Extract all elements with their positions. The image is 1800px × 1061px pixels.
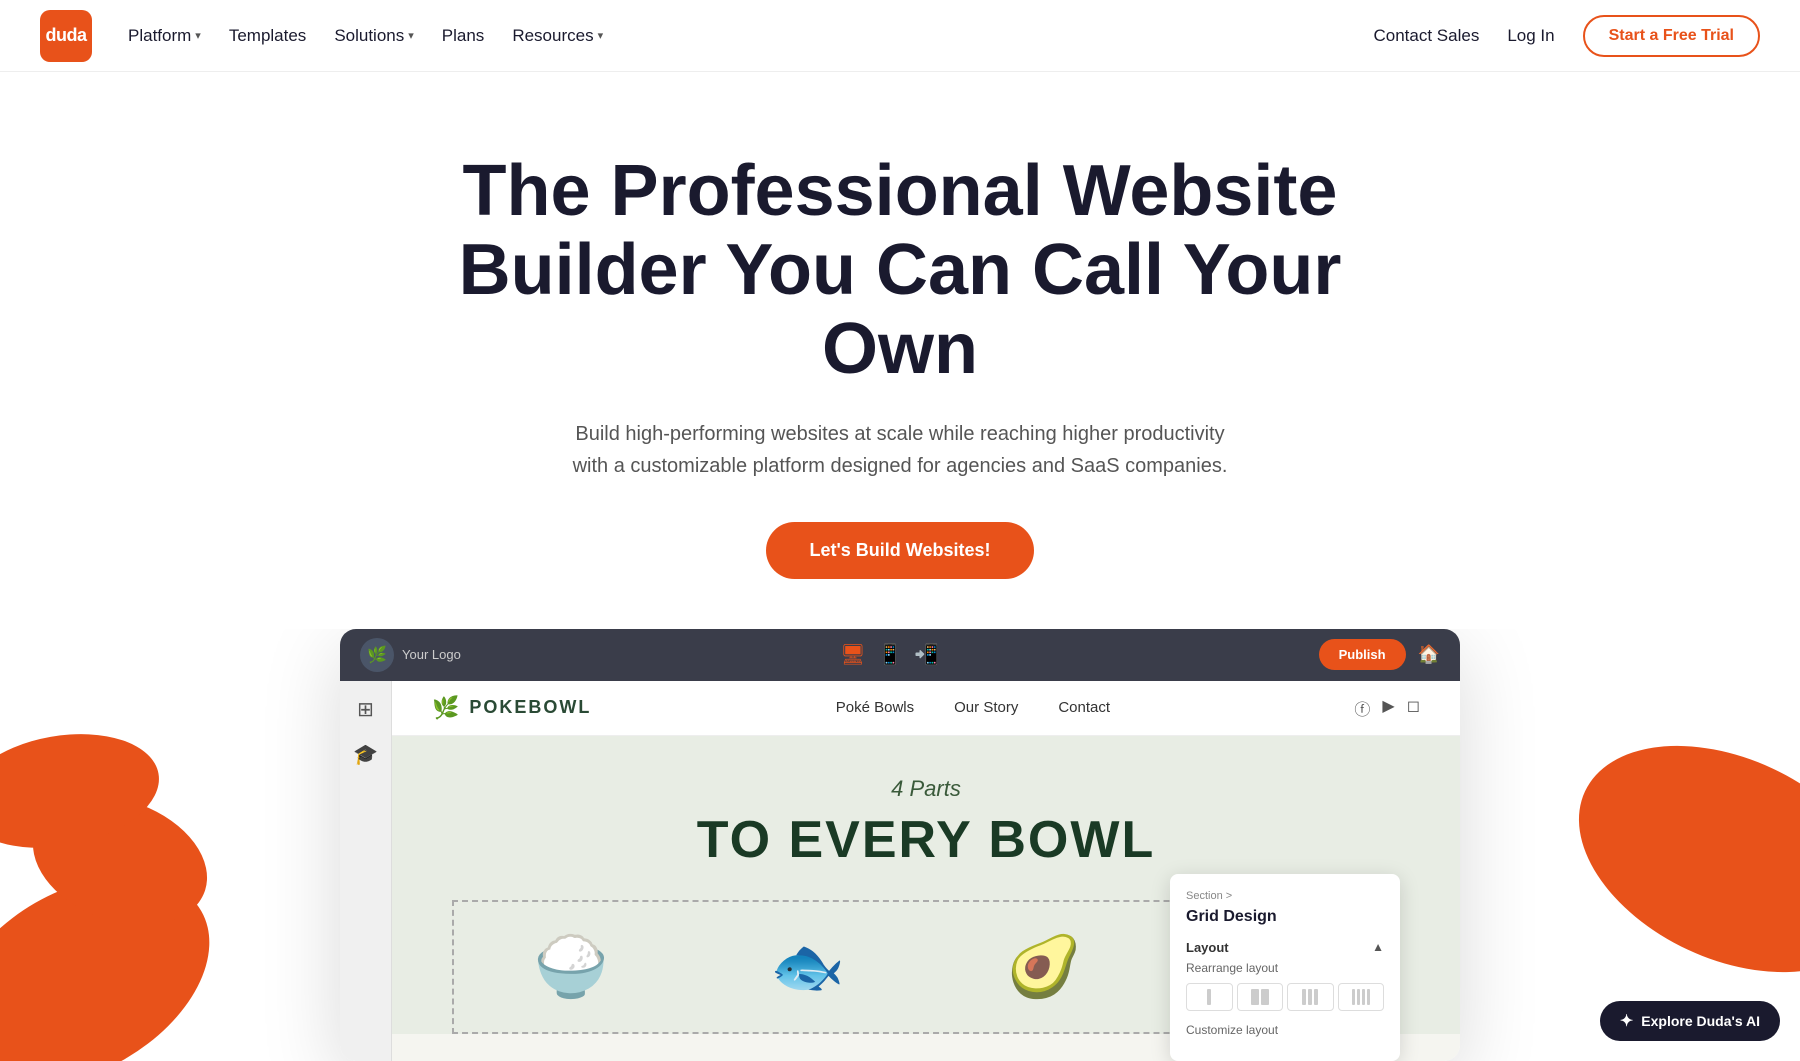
chevron-up-icon[interactable]: ▲ [1372,940,1384,954]
editor-topbar: 🌿 Your Logo 🖥 📱 📲 Publish 🏠 [340,629,1460,681]
grid-panel-title: Grid Design [1186,908,1384,926]
start-trial-button[interactable]: Start a Free Trial [1583,15,1760,57]
site-brand-name: POKEBOWL [469,697,591,718]
mobile-icon[interactable]: 📲 [914,642,939,667]
site-brand-icon: 🌿 [432,695,459,721]
instagram-icon[interactable]: ◻ [1407,696,1420,720]
chevron-down-icon: ▾ [598,29,604,42]
layout-options [1186,983,1384,1011]
hero-title: The Professional Website Builder You Can… [390,152,1410,390]
nav-item-templates[interactable]: Templates [229,26,306,46]
site-nav: 🌿 POKEBOWL Poké Bowls Our Story Contact … [392,681,1460,736]
food-item-fish: 🐟 [691,902,926,1032]
deco-left-shape [0,661,320,1061]
leaf-icon: 🌿 [367,645,387,665]
nav-item-resources-label: Resources [512,26,593,46]
tablet-icon[interactable]: 📱 [878,642,903,667]
nav-right: Contact Sales Log In Start a Free Trial [1374,15,1761,57]
layout-3col[interactable] [1287,983,1334,1011]
site-nav-contact[interactable]: Contact [1058,699,1110,716]
fish-emoji: 🐟 [770,931,845,1002]
nav-item-plans[interactable]: Plans [442,26,485,46]
site-tagline: 4 Parts [432,776,1420,802]
main-nav: duda Platform ▾ Templates Solutions ▾ Pl… [0,0,1800,72]
editor-actions: Publish 🏠 [1319,639,1440,670]
rice-emoji: 🍚 [534,931,609,1002]
explore-ai-label: Explore Duda's AI [1641,1013,1760,1029]
nav-item-platform[interactable]: Platform ▾ [128,26,201,46]
editor-logo-circle: 🌿 [360,638,394,672]
site-nav-links: Poké Bowls Our Story Contact [836,699,1110,716]
editor-device-icons: 🖥 📱 📲 [840,642,939,667]
nav-left: duda Platform ▾ Templates Solutions ▾ Pl… [40,10,603,62]
layout-4col[interactable] [1338,983,1385,1011]
publish-button[interactable]: Publish [1319,639,1406,670]
brand-name: duda [46,25,87,46]
explore-ai-badge[interactable]: ✦ Explore Duda's AI [1600,1001,1780,1041]
hero-cta-button[interactable]: Let's Build Websites! [766,522,1035,579]
chevron-down-icon: ▾ [408,29,414,42]
home-icon[interactable]: 🏠 [1418,644,1440,665]
desktop-icon[interactable]: 🖥 [840,642,865,667]
nav-item-solutions-label: Solutions [334,26,404,46]
nav-item-solutions[interactable]: Solutions ▾ [334,26,413,46]
layout-1col[interactable] [1186,983,1233,1011]
grid-panel-breadcrumb: Section > [1186,890,1384,902]
editor-sidebar: ⊞ 🎓 [340,681,392,1061]
widget-icon[interactable]: 🎓 [353,742,378,767]
hero-subtitle: Build high-performing websites at scale … [560,418,1240,482]
sparkle-icon: ✦ [1620,1011,1633,1031]
editor-logo-text: Your Logo [402,647,461,662]
site-brand: 🌿 POKEBOWL [432,695,591,721]
grid-panel-layout-label: Layout ▲ [1186,940,1384,955]
site-nav-poke-bowls[interactable]: Poké Bowls [836,699,914,716]
nav-item-resources[interactable]: Resources ▾ [512,26,603,46]
mockup-section: 🌿 Your Logo 🖥 📱 📲 Publish 🏠 ⊞ 🎓 [0,629,1800,1061]
nav-item-plans-label: Plans [442,26,485,46]
brand-logo[interactable]: duda [40,10,92,62]
youtube-icon[interactable]: ▶ [1382,696,1394,720]
deco-right-shape [1500,679,1800,1029]
nav-item-platform-label: Platform [128,26,191,46]
site-nav-our-story[interactable]: Our Story [954,699,1018,716]
layers-icon[interactable]: ⊞ [357,697,374,722]
log-in-link[interactable]: Log In [1507,26,1554,46]
contact-sales-link[interactable]: Contact Sales [1374,26,1480,46]
chevron-down-icon: ▾ [195,29,201,42]
facebook-icon[interactable]: ⓕ [1354,696,1370,720]
avocado-emoji: 🥑 [1007,931,1082,1002]
nav-item-templates-label: Templates [229,26,306,46]
editor-logo-area: 🌿 Your Logo [360,638,461,672]
nav-items: Platform ▾ Templates Solutions ▾ Plans R… [128,26,603,46]
editor-mockup: 🌿 Your Logo 🖥 📱 📲 Publish 🏠 ⊞ 🎓 [340,629,1460,1061]
site-headline: TO EVERY BOWL [432,810,1420,870]
food-item-rice: 🍚 [454,902,689,1032]
grid-panel-rearrange-label: Rearrange layout [1186,961,1384,975]
food-item-avocado: 🥑 [927,902,1162,1032]
grid-panel-layout-section: Layout ▲ Rearrange layout [1186,940,1384,1011]
layout-2col[interactable] [1237,983,1284,1011]
site-social-icons: ⓕ ▶ ◻ [1354,696,1420,720]
hero-section: The Professional Website Builder You Can… [350,72,1450,629]
grid-design-panel: Section > Grid Design Layout ▲ Rearrange… [1170,874,1400,1061]
grid-panel-customize-label: Customize layout [1186,1023,1384,1037]
